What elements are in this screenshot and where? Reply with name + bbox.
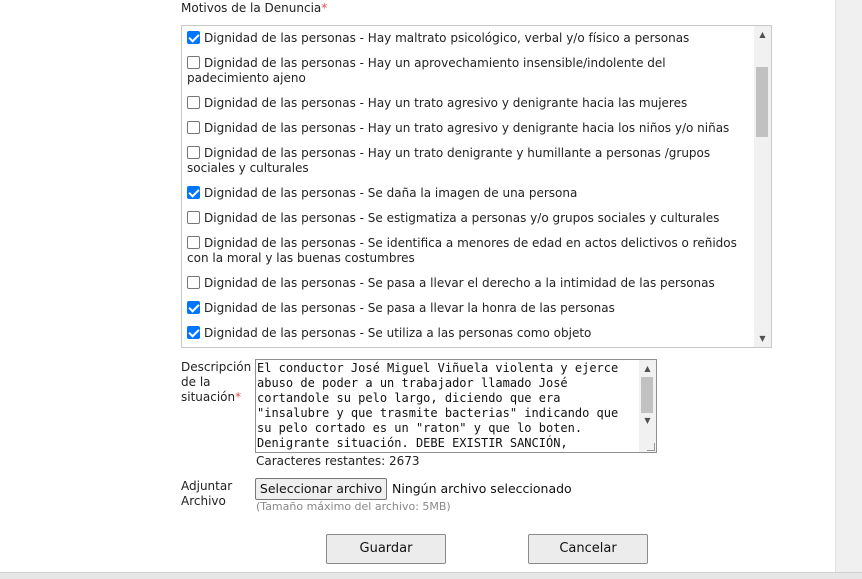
checkbox-unchecked[interactable] <box>187 276 200 289</box>
required-asterisk: * <box>235 390 242 404</box>
motivo-item[interactable]: Dignidad de las personas - Se pasa a lle… <box>187 276 745 291</box>
checkbox-unchecked[interactable] <box>187 96 200 109</box>
motivo-item[interactable]: Dignidad de las personas - Se estigmatiz… <box>187 211 745 226</box>
descripcion-text[interactable]: El conductor José Miguel Viñuela violent… <box>257 361 637 451</box>
motivo-label: Dignidad de las personas - Hay maltrato … <box>204 31 690 45</box>
motivo-label: Dignidad de las personas - Se estigmatiz… <box>204 211 720 225</box>
checkbox-unchecked[interactable] <box>187 211 200 224</box>
checkbox-checked[interactable] <box>187 326 200 339</box>
scroll-thumb[interactable] <box>756 67 768 137</box>
descripcion-textarea[interactable]: El conductor José Miguel Viñuela violent… <box>255 359 657 453</box>
checkbox-unchecked[interactable] <box>187 56 200 69</box>
motivo-label: Dignidad de las personas - Hay un trato … <box>204 96 688 110</box>
checkbox-checked[interactable] <box>187 31 200 44</box>
adjuntar-label: Adjuntar Archivo <box>181 479 233 508</box>
motivos-label: Motivos de la Denuncia <box>181 1 322 15</box>
scroll-down-icon[interactable]: ▼ <box>754 330 771 347</box>
save-button[interactable]: Guardar <box>326 534 446 564</box>
scroll-thumb[interactable] <box>641 377 653 413</box>
file-size-hint: (Tamaño máximo del archivo: 5MB) <box>256 500 451 513</box>
resize-grip-icon[interactable] <box>647 443 655 451</box>
motivo-item[interactable]: Dignidad de las personas - Se utiliza a … <box>187 326 745 341</box>
motivo-label: Dignidad de las personas - Hay un trato … <box>187 146 711 175</box>
file-status: Ningún archivo seleccionado <box>392 481 572 496</box>
motivo-item[interactable]: Dignidad de las personas - Hay un aprove… <box>187 56 745 86</box>
motivo-item[interactable]: Dignidad de las personas - Hay un trato … <box>187 121 745 136</box>
checkbox-unchecked[interactable] <box>187 236 200 249</box>
motivo-label: Dignidad de las personas - Hay un trato … <box>204 121 730 135</box>
checkbox-unchecked[interactable] <box>187 121 200 134</box>
motivo-label: Dignidad de las personas - Se pasa a lle… <box>204 276 715 290</box>
scroll-up-icon[interactable]: ▲ <box>754 26 771 43</box>
descripcion-label-wrap: Descripción de la situación* <box>181 360 253 405</box>
motivo-label: Dignidad de las personas - Se daña la im… <box>204 186 578 200</box>
checkbox-checked[interactable] <box>187 301 200 314</box>
select-file-button[interactable]: Seleccionar archivo <box>255 478 387 500</box>
motivos-scrollbar[interactable]: ▲ ▼ <box>754 26 771 347</box>
checkbox-checked[interactable] <box>187 186 200 199</box>
page-bottom-edge <box>0 572 862 579</box>
motivos-items: Dignidad de las personas - Hay maltrato … <box>187 31 745 347</box>
motivo-label: Dignidad de las personas - Se identifica… <box>187 236 737 265</box>
required-asterisk: * <box>321 1 328 15</box>
char-counter: Caracteres restantes: 2673 <box>256 454 420 468</box>
scroll-down-icon[interactable]: ▼ <box>639 412 656 429</box>
motivo-item[interactable]: Dignidad de las personas - Hay un trato … <box>187 96 745 111</box>
motivos-title: Motivos de la Denuncia* <box>181 1 327 15</box>
motivo-label: Dignidad de las personas - Se pasa a lle… <box>204 301 615 315</box>
motivos-checkbox-list[interactable]: Dignidad de las personas - Hay maltrato … <box>181 25 772 348</box>
scroll-up-icon[interactable]: ▲ <box>639 360 656 377</box>
page-scroll-gutter <box>835 0 862 579</box>
motivo-item[interactable]: Dignidad de las personas - Hay un trato … <box>187 146 745 176</box>
motivo-item[interactable]: Dignidad de las personas - Hay maltrato … <box>187 31 745 46</box>
checkbox-unchecked[interactable] <box>187 146 200 159</box>
motivo-item[interactable]: Dignidad de las personas - Se identifica… <box>187 236 745 266</box>
motivo-label: Dignidad de las personas - Se utiliza a … <box>204 326 592 340</box>
motivo-item[interactable]: Dignidad de las personas - Se daña la im… <box>187 186 745 201</box>
cancel-button[interactable]: Cancelar <box>528 534 648 564</box>
descripcion-scrollbar[interactable]: ▲ ▼ <box>639 360 656 452</box>
motivo-label: Dignidad de las personas - Hay un aprove… <box>187 56 666 85</box>
motivo-item[interactable]: Dignidad de las personas - Se pasa a lle… <box>187 301 745 316</box>
